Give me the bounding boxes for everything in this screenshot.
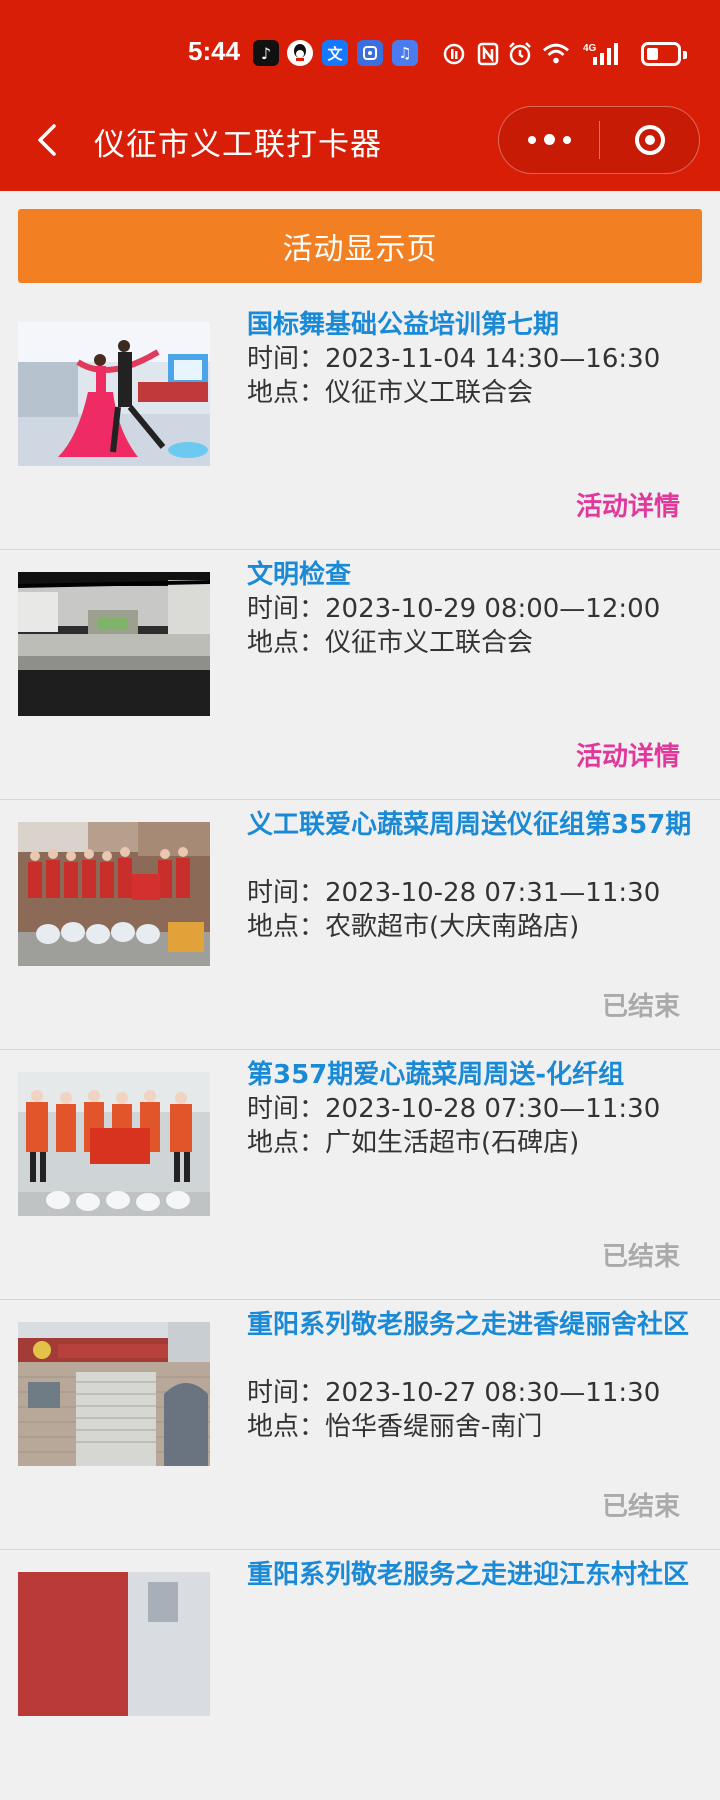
more-dot-icon: [543, 134, 555, 145]
place-prefix: 地点：: [247, 378, 326, 408]
time-prefix: 时间：: [247, 344, 326, 374]
qq-icon: [287, 40, 313, 66]
tiktok-icon: ♪: [253, 40, 279, 66]
activity-list: 国标舞基础公益培训第七期 时间：2023-11-04 14:30—16:30 地…: [0, 300, 720, 1800]
signal-icon: 4G: [582, 40, 622, 68]
place-prefix: 地点：: [247, 628, 326, 658]
place-value: 广如生活超市(石碑店): [325, 1128, 580, 1158]
activity-ended-status: 已结束: [601, 1242, 680, 1272]
data-saver-icon: [440, 40, 468, 68]
activity-place: 地点：广如生活超市(石碑店): [247, 1126, 707, 1160]
activity-title[interactable]: 第357期爱心蔬菜周周送-化纤组: [247, 1058, 707, 1092]
activity-photo: [18, 1072, 210, 1216]
back-button[interactable]: [30, 120, 70, 160]
activity-title[interactable]: 国标舞基础公益培训第七期: [247, 308, 707, 342]
alarm-icon: [506, 40, 534, 68]
activity-photo: [18, 822, 210, 966]
activity-item[interactable]: 重阳系列敬老服务之走进迎江东村社区: [0, 1550, 720, 1800]
time-prefix: 时间：: [247, 1094, 326, 1124]
activity-photo: [18, 572, 210, 716]
target-icon: [635, 124, 665, 155]
translate-icon: 文: [322, 40, 348, 66]
activity-place: 地点：农歌超市(大庆南路店): [247, 910, 707, 944]
time-value: 2023-10-28 07:30—11:30: [325, 1094, 661, 1124]
activity-item[interactable]: 义工联爱心蔬菜周周送仪征组第357期 时间：2023-10-28 07:31—1…: [0, 800, 720, 1050]
more-button[interactable]: [499, 107, 599, 172]
activity-page-banner[interactable]: 活动显示页: [18, 209, 702, 283]
place-prefix: 地点：: [247, 912, 326, 942]
time-value: 2023-10-27 08:30—11:30: [325, 1378, 661, 1408]
activity-time: 时间：2023-10-28 07:30—11:30: [247, 1092, 707, 1126]
activity-item[interactable]: 重阳系列敬老服务之走进香缇丽舍社区 时间：2023-10-27 08:30—11…: [0, 1300, 720, 1550]
activity-item[interactable]: 国标舞基础公益培训第七期 时间：2023-11-04 14:30—16:30 地…: [0, 300, 720, 550]
close-mini-program-button[interactable]: [600, 107, 700, 172]
activity-place: 地点：仪征市义工联合会: [247, 626, 707, 660]
more-dot-icon: [527, 135, 536, 144]
place-value: 农歌超市(大庆南路店): [325, 912, 580, 942]
status-time: 5:44: [188, 36, 241, 66]
chevron-left-icon: [38, 124, 56, 156]
time-value: 2023-11-04 14:30—16:30: [325, 344, 661, 374]
app-store-icon: [357, 40, 383, 66]
activity-title[interactable]: 义工联爱心蔬菜周周送仪征组第357期: [247, 808, 707, 842]
place-prefix: 地点：: [247, 1412, 326, 1442]
app-header: 5:44 ♪ 文 ♫ 4G 仪征市义工联打卡器: [0, 0, 720, 191]
time-prefix: 时间：: [247, 1378, 326, 1408]
battery-tip: [683, 51, 687, 59]
network-type: 4G: [583, 43, 597, 54]
activity-photo: [18, 1572, 210, 1716]
page-title: 仪征市义工联打卡器: [94, 127, 382, 163]
mini-program-capsule: [498, 106, 700, 174]
status-bar: 5:44 ♪ 文 ♫ 4G: [0, 30, 720, 80]
battery-level: [647, 48, 658, 60]
activity-title[interactable]: 重阳系列敬老服务之走进迎江东村社区: [247, 1558, 707, 1592]
time-prefix: 时间：: [247, 878, 326, 908]
activity-item[interactable]: 第357期爱心蔬菜周周送-化纤组 时间：2023-10-28 07:30—11:…: [0, 1050, 720, 1300]
activity-time: 时间：2023-10-29 08:00—12:00: [247, 592, 707, 626]
time-prefix: 时间：: [247, 594, 326, 624]
activity-photo: [18, 1322, 210, 1466]
time-value: 2023-10-29 08:00—12:00: [325, 594, 661, 624]
activity-ended-status: 已结束: [601, 1492, 680, 1522]
activity-place: 地点：仪征市义工联合会: [247, 376, 707, 410]
activity-photo: [18, 322, 210, 466]
activity-time: 时间：2023-11-04 14:30—16:30: [247, 342, 707, 376]
time-value: 2023-10-28 07:31—11:30: [325, 878, 661, 908]
place-value: 仪征市义工联合会: [325, 628, 534, 658]
activity-title[interactable]: 重阳系列敬老服务之走进香缇丽舍社区: [247, 1308, 707, 1342]
place-value: 仪征市义工联合会: [325, 378, 534, 408]
music-icon: ♫: [392, 40, 418, 66]
battery-icon: [641, 42, 687, 66]
activity-item[interactable]: 文明检查 时间：2023-10-29 08:00—12:00 地点：仪征市义工联…: [0, 550, 720, 800]
activity-ended-status: 已结束: [601, 992, 680, 1022]
activity-time: 时间：2023-10-27 08:30—11:30: [247, 1376, 707, 1410]
nfc-icon: [474, 40, 502, 68]
activity-detail-link[interactable]: 活动详情: [576, 486, 680, 523]
place-prefix: 地点：: [247, 1128, 326, 1158]
wifi-icon: [542, 40, 570, 68]
activity-place: 地点：怡华香缇丽舍-南门: [247, 1410, 707, 1444]
activity-detail-link[interactable]: 活动详情: [576, 736, 680, 773]
activity-time: 时间：2023-10-28 07:31—11:30: [247, 876, 707, 910]
activity-title[interactable]: 文明检查: [247, 558, 707, 592]
more-dot-icon: [562, 135, 571, 144]
place-value: 怡华香缇丽舍-南门: [325, 1412, 543, 1442]
